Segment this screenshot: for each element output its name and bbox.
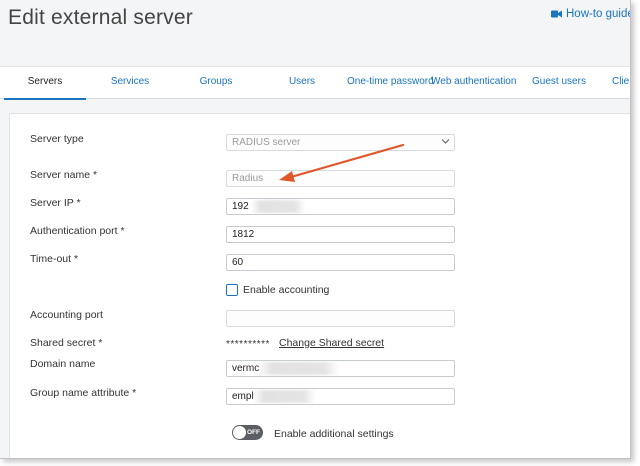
tab-servers[interactable]: Servers xyxy=(4,67,86,100)
how-to-guides-label: How-to guides xyxy=(566,8,630,20)
tab-users[interactable]: Users xyxy=(262,67,342,98)
auth-port-value: 1812 xyxy=(232,229,255,240)
enable-accounting-label: Enable accounting xyxy=(243,284,330,296)
toggle-knob xyxy=(233,426,246,439)
auth-port-label: Authentication port * xyxy=(30,225,125,237)
enable-accounting-checkbox[interactable] xyxy=(226,284,238,296)
additional-settings-label: Enable additional settings xyxy=(274,428,394,440)
tab-groups[interactable]: Groups xyxy=(176,67,256,98)
server-ip-input[interactable]: 192 xyxy=(226,198,455,215)
redacted-blur xyxy=(253,390,315,403)
shared-secret-masked: ********** xyxy=(226,339,270,350)
server-ip-value: 192 xyxy=(232,201,249,212)
additional-settings-toggle[interactable]: OFF xyxy=(232,425,263,440)
group-name-attribute-label: Group name attribute * xyxy=(30,387,137,399)
tab-one-time-password[interactable]: One-time password xyxy=(347,67,434,98)
server-type-value: RADIUS server xyxy=(232,137,301,148)
group-name-attribute-input[interactable]: empl xyxy=(226,388,455,405)
domain-name-label: Domain name xyxy=(30,358,96,370)
how-to-guides-link[interactable]: How-to guides xyxy=(551,8,630,20)
domain-name-input[interactable]: vermc xyxy=(226,360,455,377)
video-camera-icon xyxy=(551,10,562,18)
accounting-port-input[interactable] xyxy=(226,310,455,327)
page-title: Edit external server xyxy=(8,6,193,29)
server-name-label: Server name * xyxy=(30,169,98,181)
redacted-blur xyxy=(251,200,305,213)
shared-secret-label: Shared secret * xyxy=(30,337,103,349)
accounting-port-label: Accounting port xyxy=(30,309,103,321)
server-name-placeholder: Radius xyxy=(232,173,264,184)
tab-services[interactable]: Services xyxy=(90,67,170,98)
change-shared-secret-link[interactable]: Change Shared secret xyxy=(279,337,384,349)
chevron-down-icon xyxy=(441,139,450,144)
timeout-value: 60 xyxy=(232,257,244,268)
server-ip-label: Server IP * xyxy=(30,197,81,209)
server-name-input[interactable]: Radius xyxy=(226,170,455,187)
redacted-blur xyxy=(257,362,339,375)
auth-port-input[interactable]: 1812 xyxy=(226,226,455,243)
timeout-label: Time-out * xyxy=(30,253,79,265)
tab-clients[interactable]: Clie xyxy=(612,67,630,98)
tab-guest-users[interactable]: Guest users xyxy=(520,67,598,98)
app-window: Edit external server How-to guides Serve… xyxy=(0,0,631,459)
tab-bar: Servers Services Groups Users One-time p… xyxy=(0,66,630,100)
server-type-label: Server type xyxy=(30,133,84,145)
toggle-state-text: OFF xyxy=(247,429,260,436)
timeout-input[interactable]: 60 xyxy=(226,254,455,271)
server-type-select[interactable]: RADIUS server xyxy=(226,134,455,151)
tab-web-authentication[interactable]: Web authentication xyxy=(431,67,516,98)
group-name-attribute-value: empl xyxy=(232,391,254,402)
domain-name-value: vermc xyxy=(232,363,260,374)
